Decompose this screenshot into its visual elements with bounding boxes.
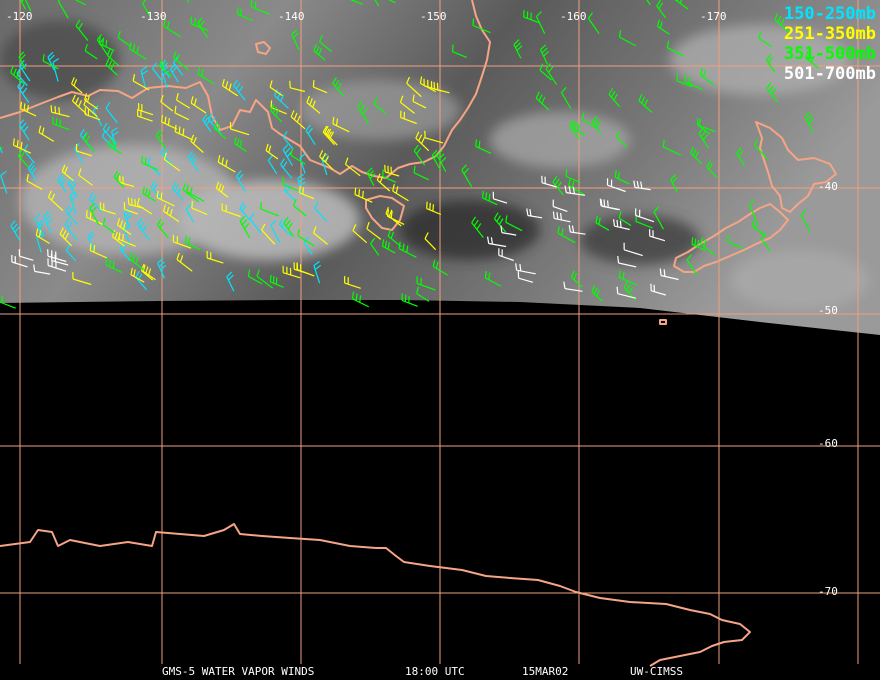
lon-label: -140	[278, 10, 305, 23]
legend-item-251-350: 251-350mb	[783, 24, 876, 44]
lon-label: -130	[140, 10, 167, 23]
pressure-level-legend: 150-250mb 251-350mb 351-500mb 501-700mb	[784, 4, 876, 84]
antarctica-coastline	[0, 523, 751, 667]
observation-date: 15MAR02	[522, 665, 569, 678]
lon-label: -150	[420, 10, 447, 23]
lon-label: -120	[6, 10, 33, 23]
lon-label: -170	[700, 10, 727, 23]
lat-label: -70	[818, 585, 838, 598]
image-footer: GMS-5 WATER VAPOR WINDS 18:00 UTC 15MAR0…	[0, 664, 880, 680]
observation-time: 18:00 UTC	[405, 665, 465, 678]
product-name: GMS-5 WATER VAPOR WINDS	[162, 665, 315, 678]
legend-item-150-250: 150-250mb	[783, 4, 876, 24]
data-source: UW-CIMSS	[630, 665, 683, 678]
lat-label: -40	[818, 180, 838, 193]
lat-label: -60	[818, 437, 838, 450]
legend-item-351-500: 351-500mb	[783, 44, 876, 64]
water-vapor-map: -120 -130 -140 -150 -160 -170 -40 -50 -6…	[0, 0, 880, 667]
lon-label: -160	[560, 10, 587, 23]
legend-item-501-700: 501-700mb	[783, 64, 876, 84]
lat-label: -50	[818, 304, 838, 317]
